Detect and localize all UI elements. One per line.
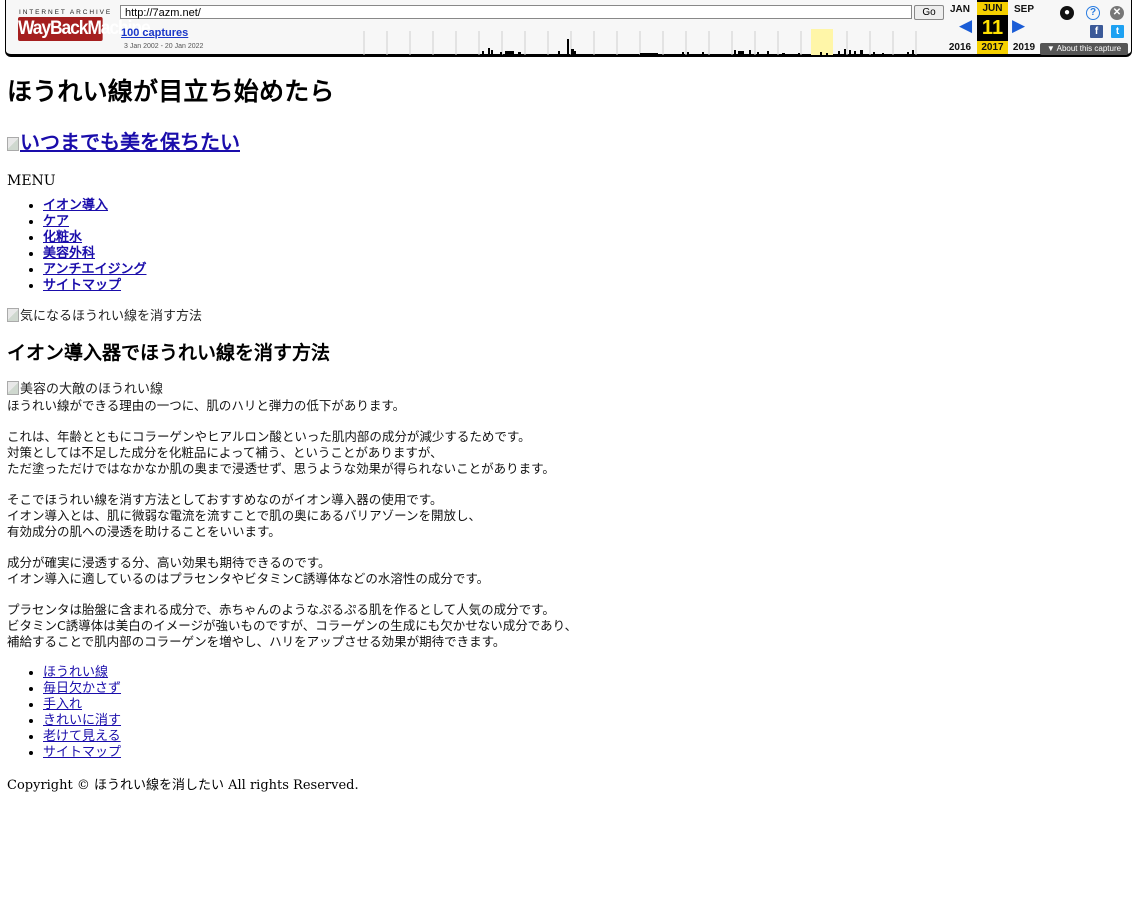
tag-item: 老けて見える [43, 729, 1127, 745]
main-nav: イオン導入 ケア 化粧水 美容外科 アンチエイジング サイトマップ [7, 198, 1127, 294]
copyright: Copyright © ほうれい線を消したい All rights Reserv… [7, 778, 359, 793]
text-line: そこでほうれい線を消す方法としておすすめなのがイオン導入器の使用です。 [7, 492, 443, 507]
text-line: ほうれい線ができる理由の一つに、肌のハリと弾力の低下があります。 [7, 398, 406, 413]
text-line: ビタミンC誘導体は美白のイメージが強いものですが、コラーゲンの生成にも欠かせない… [7, 618, 578, 633]
internet-archive-label: INTERNET ARCHIVE [19, 9, 113, 16]
text-line: 成分が確実に浸透する分、高い効果も期待できるのです。 [7, 555, 331, 570]
about-capture-button[interactable]: ▼ About this capture [1040, 43, 1128, 55]
logo-link[interactable]: いつまでも美を保ちたい [20, 130, 240, 154]
wayback-toolbar: INTERNET ARCHIVE WayBackMachine http://7… [5, 0, 1132, 57]
next-month-label[interactable]: SEP [1008, 4, 1040, 15]
broken-image-icon [7, 137, 19, 151]
tag-link[interactable]: 毎日欠かさず [43, 681, 121, 696]
next-capture-arrow-icon[interactable]: ▶ [1012, 16, 1025, 36]
broken-image-icon [7, 381, 19, 395]
current-day-label: 11 [981, 17, 1004, 39]
nav-link-ion[interactable]: イオン導入 [43, 198, 108, 213]
article-body: ほうれい線ができる理由の一つに、肌のハリと弾力の低下があります。 これは、年齢と… [7, 398, 1127, 650]
paragraph: そこでほうれい線を消す方法としておすすめなのがイオン導入器の使用です。 イオン導… [7, 492, 1127, 540]
site-title: ほうれい線が目立ち始めたら [7, 77, 335, 106]
help-icon[interactable]: ? [1086, 6, 1100, 20]
nav-item: アンチエイジング [43, 262, 1127, 278]
current-month-label: JUN [977, 2, 1008, 15]
nav-link-anti-aging[interactable]: アンチエイジング [43, 262, 146, 277]
user-icon[interactable]: ● [1060, 6, 1074, 20]
wayback-logo[interactable]: WayBackMachine [18, 17, 151, 41]
text-line: イオン導入とは、肌に微弱な電流を流すことで肌の奥にあるバリアゾーンを開放し、 [7, 508, 482, 523]
nav-item: 化粧水 [43, 230, 1127, 246]
page-content: ほうれい線が目立ち始めたら いつまでも美を保ちたい MENU イオン導入 ケア … [7, 74, 1127, 795]
text-line: これは、年齢とともにコラーゲンやヒアルロン酸といった肌内部の成分が減少するためで… [7, 429, 531, 444]
menu-label: MENU [7, 173, 56, 189]
facebook-icon[interactable]: f [1090, 25, 1103, 38]
tag-item: 毎日欠かさず [43, 681, 1127, 697]
tag-list: ほうれい線 毎日欠かさず 手入れ きれいに消す 老けて見える サイトマップ [7, 665, 1127, 761]
paragraph: ほうれい線ができる理由の一つに、肌のハリと弾力の低下があります。 [7, 398, 1127, 414]
tag-item: ほうれい線 [43, 665, 1127, 681]
tag-item: サイトマップ [43, 745, 1127, 761]
tag-link-sitemap[interactable]: サイトマップ [43, 745, 121, 760]
next-year-label[interactable]: 2019 [1008, 42, 1040, 53]
prev-capture-arrow-icon[interactable]: ◀ [959, 16, 972, 36]
close-icon[interactable]: ✕ [1110, 6, 1124, 20]
tag-link[interactable]: 老けて見える [43, 729, 121, 744]
paragraph: 成分が確実に浸透する分、高い効果も期待できるのです。 イオン導入に適しているのは… [7, 555, 1127, 587]
capture-date-range: 3 Jan 2002 - 20 Jan 2022 [124, 43, 204, 50]
nav-link-lotion[interactable]: 化粧水 [43, 230, 82, 245]
capture-sparkline[interactable] [342, 29, 924, 55]
text-line: 対策としては不足した成分を化粧品によって補う、ということがありますが、 [7, 445, 443, 460]
text-line: 有効成分の肌への浸透を助けることをいいます。 [7, 524, 281, 539]
paragraph: これは、年齢とともにコラーゲンやヒアルロン酸といった肌内部の成分が減少するためで… [7, 429, 1127, 477]
nav-link-care[interactable]: ケア [43, 214, 69, 229]
go-button[interactable]: Go [914, 5, 944, 20]
tag-link[interactable]: 手入れ [43, 697, 82, 712]
nav-link-cosmetic-surgery[interactable]: 美容外科 [43, 246, 95, 261]
url-input[interactable]: http://7azm.net/ [120, 5, 912, 19]
prev-month-label[interactable]: JAN [944, 4, 976, 15]
current-year-label: 2017 [977, 41, 1008, 54]
prev-year-label[interactable]: 2016 [944, 42, 976, 53]
text-line: ただ塗っただけではなかなか肌の奥まで浸透せず、思うような効果が得られないことがあ… [7, 461, 555, 476]
nav-link-sitemap[interactable]: サイトマップ [43, 278, 121, 293]
paragraph: プラセンタは胎盤に含まれる成分で、赤ちゃんのようなぷるぷる肌を作るとして人気の成… [7, 602, 1127, 650]
article-image: 美容の大敵のほうれい線 [7, 381, 1127, 398]
text-line: プラセンタは胎盤に含まれる成分で、赤ちゃんのようなぷるぷる肌を作るとして人気の成… [7, 602, 555, 617]
hero-image: 気になるほうれい線を消す方法 [7, 308, 1127, 325]
article-title: イオン導入器でほうれい線を消す方法 [7, 342, 331, 364]
tag-link[interactable]: きれいに消す [43, 713, 121, 728]
tag-link[interactable]: ほうれい線 [43, 665, 108, 680]
site-logo: いつまでも美を保ちたい [7, 128, 1127, 156]
nav-item: イオン導入 [43, 198, 1127, 214]
tag-item: きれいに消す [43, 713, 1127, 729]
nav-item: 美容外科 [43, 246, 1127, 262]
twitter-icon[interactable]: t [1111, 25, 1124, 38]
nav-item: サイトマップ [43, 278, 1127, 294]
tag-item: 手入れ [43, 697, 1127, 713]
text-line: 補給することで肌内部のコラーゲンを増やし、ハリをアップさせる効果が期待できます。 [7, 634, 506, 649]
article-image-alt: 美容の大敵のほうれい線 [20, 382, 164, 397]
broken-image-icon [7, 308, 19, 322]
text-line: イオン導入に適しているのはプラセンタやビタミンC誘導体などの水溶性の成分です。 [7, 571, 490, 586]
nav-item: ケア [43, 214, 1127, 230]
hero-image-alt: 気になるほうれい線を消す方法 [20, 309, 203, 324]
captures-link[interactable]: 100 captures [121, 27, 188, 39]
